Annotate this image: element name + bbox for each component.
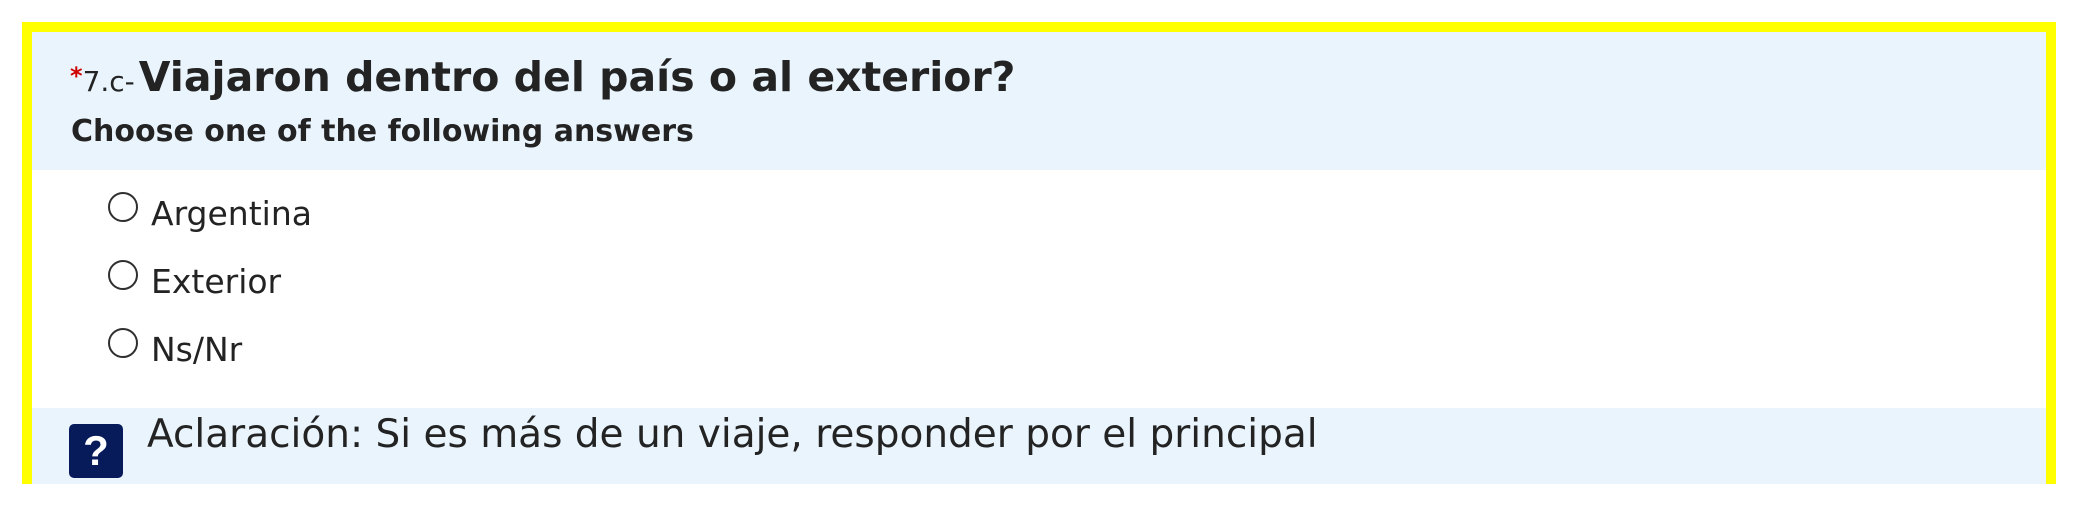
survey-question-card: *7.c-Viajaron dentro del país o al exter… bbox=[22, 22, 2056, 484]
question-mark-icon: ? bbox=[69, 424, 123, 478]
question-number: 7.c- bbox=[82, 65, 135, 98]
question-text: Viajaron dentro del país o al exterior? bbox=[138, 53, 1016, 101]
answer-options: Argentina Exterior Ns/Nr bbox=[108, 190, 312, 394]
answer-label-exterior[interactable]: Exterior bbox=[151, 265, 281, 298]
clarification-text: Aclaración: Si es más de un viaje, respo… bbox=[147, 412, 1318, 457]
answer-label-argentina[interactable]: Argentina bbox=[151, 197, 312, 230]
clarification-help-bar: ? Aclaración: Si es más de un viaje, res… bbox=[32, 408, 2046, 484]
answer-option-ns-nr[interactable]: Ns/Nr bbox=[108, 326, 312, 394]
question-help-text: Choose one of the following answers bbox=[71, 114, 694, 149]
mandatory-indicator: * bbox=[70, 62, 83, 90]
question-header: *7.c-Viajaron dentro del país o al exter… bbox=[32, 32, 2046, 170]
answer-label-ns-nr[interactable]: Ns/Nr bbox=[151, 333, 242, 366]
radio-button-exterior[interactable] bbox=[108, 260, 138, 290]
radio-button-argentina[interactable] bbox=[108, 192, 138, 222]
answer-option-argentina[interactable]: Argentina bbox=[108, 190, 312, 258]
answer-option-exterior[interactable]: Exterior bbox=[108, 258, 312, 326]
question-title: *7.c-Viajaron dentro del país o al exter… bbox=[70, 57, 1015, 98]
radio-button-ns-nr[interactable] bbox=[108, 328, 138, 358]
